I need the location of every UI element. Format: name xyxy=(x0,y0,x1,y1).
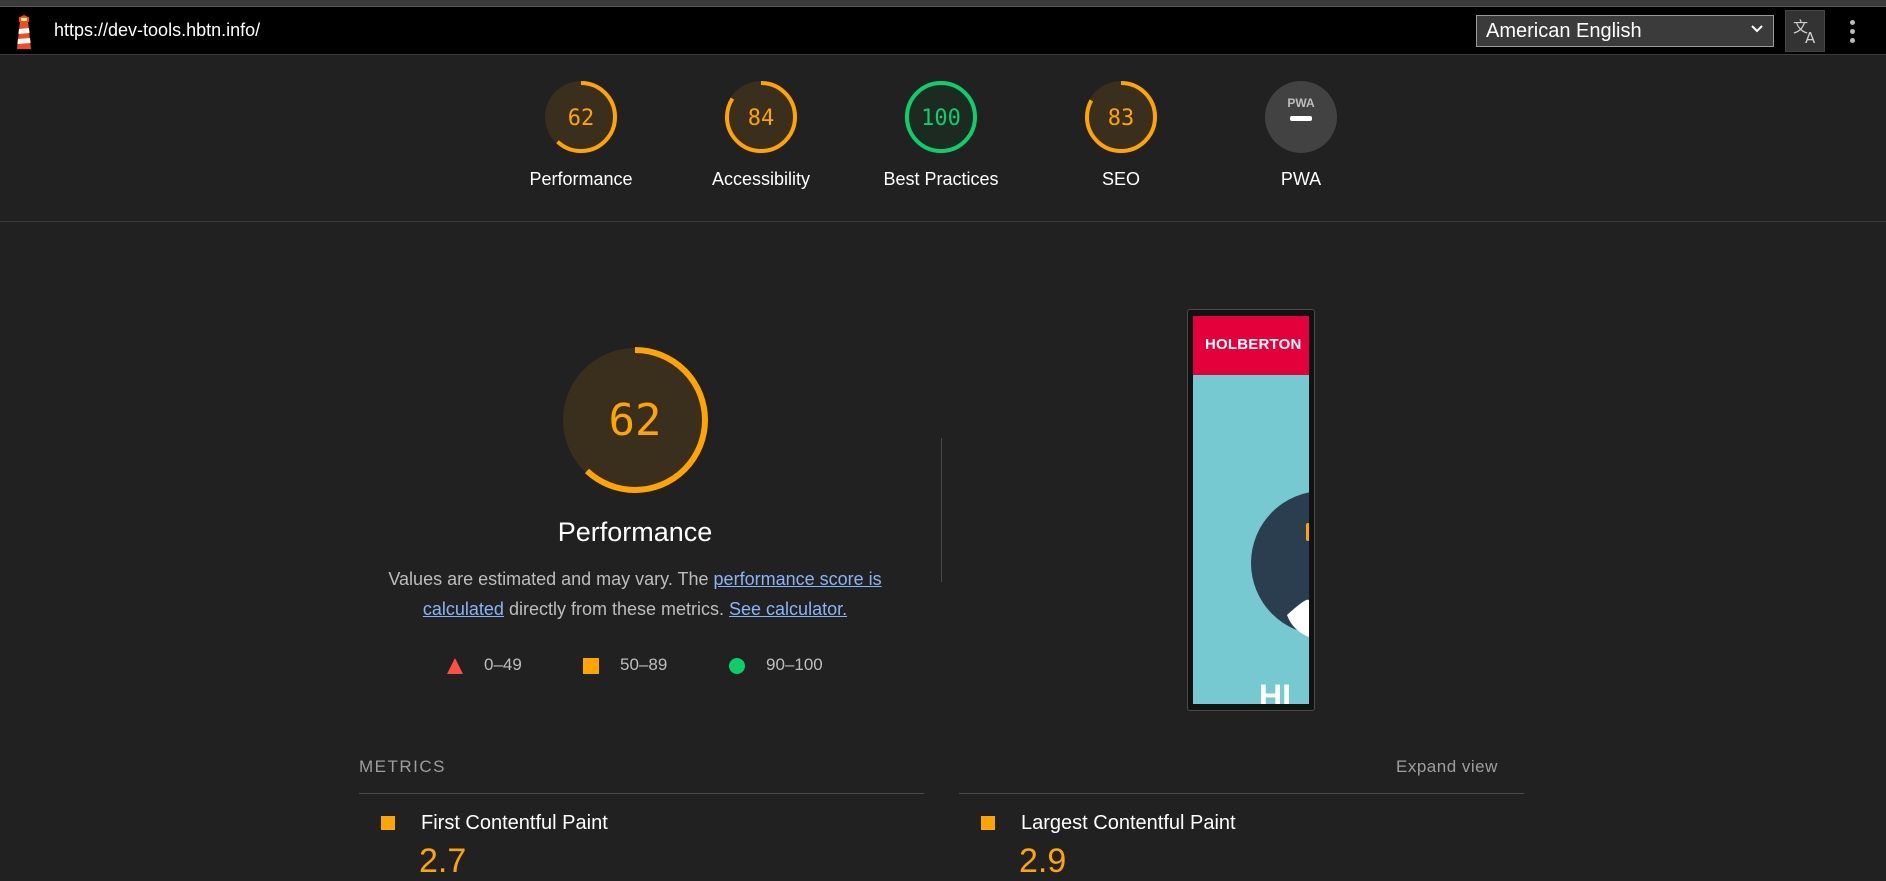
legend-range-label: 50–89 xyxy=(620,655,668,674)
triangle-icon xyxy=(447,658,463,674)
gauge-ring: 83 xyxy=(1085,81,1157,153)
metrics-heading: METRICS xyxy=(359,757,446,776)
gauge-label: PWA xyxy=(1280,169,1322,189)
kebab-menu-icon[interactable] xyxy=(1844,17,1860,47)
see-calculator-link[interactable]: See calculator. xyxy=(729,599,847,619)
page-url[interactable]: https://dev-tools.hbtn.info/ xyxy=(54,20,260,41)
pwa-badge-icon: PWA xyxy=(1287,96,1315,110)
screenshot-illustration xyxy=(1251,492,1309,637)
metric-value: 2.9 xyxy=(1019,842,1067,880)
legend-range-label: 90–100 xyxy=(766,655,823,674)
average-status-icon xyxy=(981,816,995,830)
translate-icon: 文 A xyxy=(1793,18,1816,45)
final-screenshot[interactable]: HOLBERTON HI xyxy=(1187,309,1315,711)
circle-icon xyxy=(729,658,745,674)
gauge-label: Performance xyxy=(529,169,633,189)
gauge-ring: 84 xyxy=(725,81,797,153)
translate-button[interactable]: 文 A xyxy=(1785,10,1825,52)
gauge-seo[interactable]: 83 SEO xyxy=(1036,79,1206,190)
gauge-ring: PWA xyxy=(1265,81,1337,153)
desc-prefix: Values are estimated and may vary. The xyxy=(388,569,714,589)
gauge-score: 62 xyxy=(568,106,595,131)
legend-range-label: 0–49 xyxy=(484,655,522,674)
performance-score-value: 62 xyxy=(609,395,662,446)
gauge-score: 83 xyxy=(1108,106,1135,131)
screenshot-headline-text: HI xyxy=(1259,678,1291,704)
performance-score-gauge: 62 xyxy=(562,347,708,493)
report-topbar: https://dev-tools.hbtn.info/ American En… xyxy=(0,7,1886,55)
vertical-divider xyxy=(941,438,942,582)
metric-name: First Contentful Paint xyxy=(421,812,608,834)
performance-description: Values are estimated and may vary. The p… xyxy=(365,564,905,624)
language-select[interactable]: American English xyxy=(1476,15,1774,47)
pwa-dash-icon xyxy=(1290,116,1312,121)
gauge-label: Best Practices xyxy=(883,169,999,189)
screenshot-header: HOLBERTON xyxy=(1193,316,1309,375)
svg-text:A: A xyxy=(1805,29,1816,45)
lighthouse-logo-icon xyxy=(17,15,31,49)
gauge-score: 84 xyxy=(748,106,775,131)
chevron-down-icon xyxy=(1751,25,1763,33)
screenshot-brand: HOLBERTON xyxy=(1205,336,1302,353)
gauge-label: SEO xyxy=(1101,169,1140,189)
expand-view-button[interactable]: Expand view xyxy=(1396,757,1498,777)
square-icon xyxy=(583,658,599,674)
gauge-pwa[interactable]: PWA PWA xyxy=(1216,79,1386,190)
gauge-best-practices[interactable]: 100 Best Practices xyxy=(856,79,1026,190)
window-top-border xyxy=(0,0,1886,7)
performance-title: Performance xyxy=(557,517,713,547)
metrics-divider-left xyxy=(359,793,924,794)
category-scores-bar: 62 Performance 84 Accessibility 100 Best Prac… xyxy=(0,56,1886,222)
gauge-ring: 62 xyxy=(545,81,617,153)
gauge-label: Accessibility xyxy=(711,169,811,189)
metrics-divider-right xyxy=(959,793,1524,794)
metric-name: Largest Contentful Paint xyxy=(1021,812,1236,834)
performance-gauge-large: 62 xyxy=(365,345,905,500)
language-select-value: American English xyxy=(1486,20,1642,42)
gauge-score: 100 xyxy=(921,106,961,131)
gauge-ring: 100 xyxy=(905,81,977,153)
metric-value: 2.7 xyxy=(419,842,467,880)
desc-mid: directly from these metrics. xyxy=(503,599,730,619)
gauge-performance[interactable]: 62 Performance xyxy=(496,79,666,190)
screenshot-content: HOLBERTON HI xyxy=(1193,316,1309,704)
average-status-icon xyxy=(381,816,395,830)
gauge-accessibility[interactable]: 84 Accessibility xyxy=(676,79,846,190)
